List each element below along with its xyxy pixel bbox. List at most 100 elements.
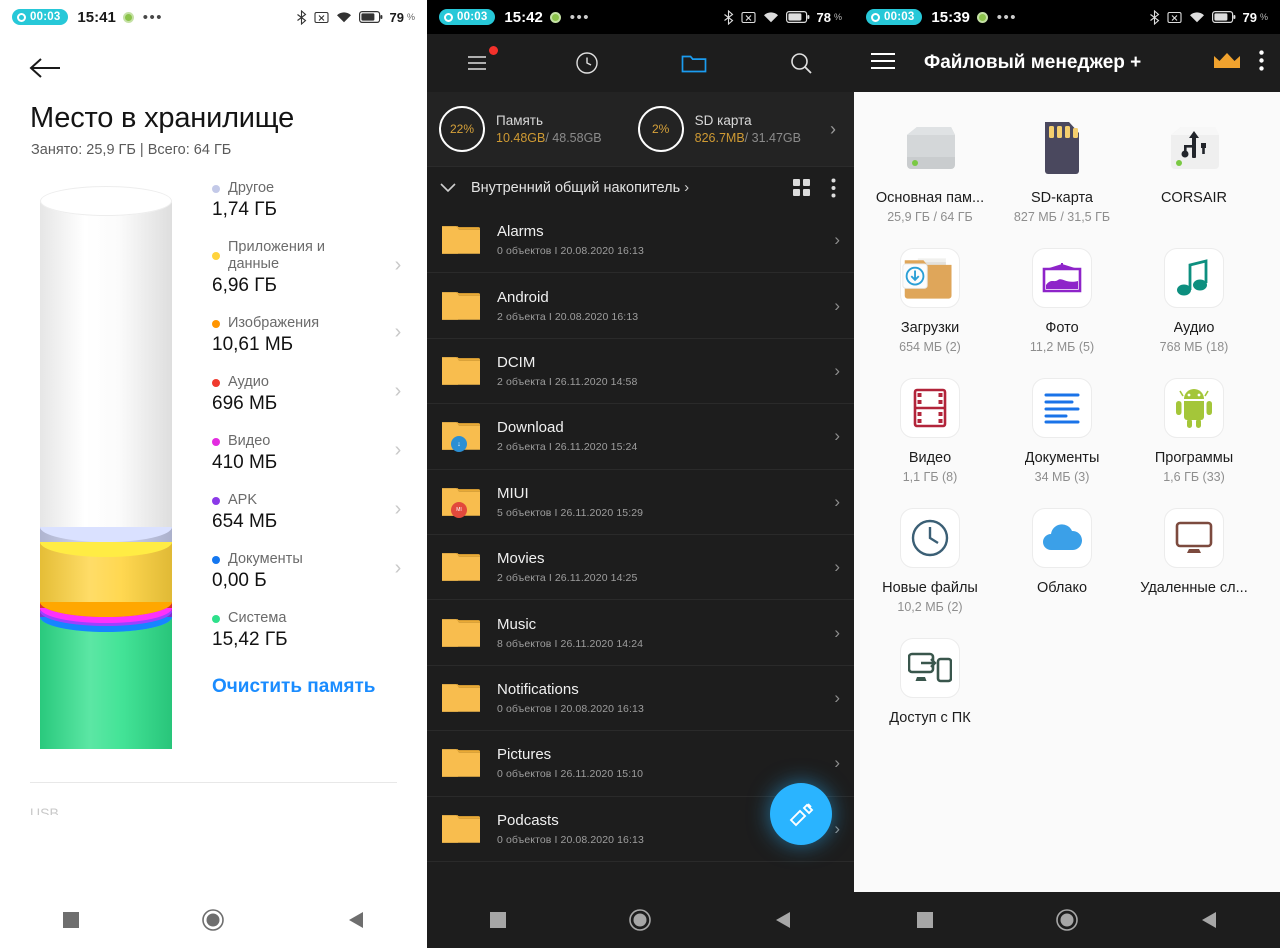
grid-item[interactable]: Фото 11,2 МБ (5) <box>996 236 1128 366</box>
legend-value: 15,42 ГБ <box>212 629 288 650</box>
legend-chevron-icon[interactable]: › <box>387 498 409 527</box>
recent-tab[interactable] <box>534 34 641 92</box>
back-button[interactable] <box>28 48 68 88</box>
legend-item[interactable]: APK 654 МБ › <box>212 492 409 551</box>
screen-recorder-pill[interactable]: 00:03 <box>866 9 923 25</box>
folder-icon <box>681 55 707 73</box>
file-name: DCIM <box>497 353 536 371</box>
file-name: Android <box>497 288 549 306</box>
legend-label: Система <box>228 610 287 626</box>
legend-item[interactable]: Аудио 696 МБ › <box>212 374 409 433</box>
file-row[interactable]: Alarms 0 объектов I 20.08.2020 16:13 › <box>427 208 854 274</box>
file-row[interactable]: MI MIUI 5 объектов I 26.11.2020 15:29 › <box>427 470 854 535</box>
legend-label: Изображения <box>228 315 320 331</box>
legend-color-dot-icon <box>212 252 220 260</box>
grid-item[interactable]: Аудио 768 МБ (18) <box>1128 236 1260 366</box>
file-row[interactable]: ↓ Download 2 объекта I 26.11.2020 15:24 › <box>427 404 854 470</box>
storage-chevron-icon[interactable]: › <box>830 119 842 140</box>
premium-button[interactable] <box>1213 51 1241 76</box>
legend-chevron-icon[interactable]: › <box>387 439 409 468</box>
recents-button[interactable] <box>468 900 528 940</box>
grid-item[interactable]: SD-карта 827 МБ / 31,5 ГБ <box>996 106 1128 236</box>
row-chevron-icon[interactable]: › <box>834 557 840 577</box>
grid-item[interactable]: Основная пам... 25,9 ГБ / 64 ГБ <box>864 106 996 236</box>
app-overflow-button[interactable] <box>1259 50 1264 76</box>
record-timer: 00:03 <box>457 11 488 23</box>
file-row[interactable]: Android 2 объекта I 20.08.2020 16:13 › <box>427 273 854 339</box>
cylinder-free-space <box>40 201 172 528</box>
grid-item-label: SD-карта <box>1031 190 1093 206</box>
row-chevron-icon[interactable]: › <box>834 492 840 512</box>
legend-chevron-icon[interactable]: › <box>387 557 409 586</box>
grid-item[interactable]: Программы 1,6 ГБ (33) <box>1128 366 1260 496</box>
row-chevron-icon[interactable]: › <box>834 426 840 446</box>
legend-chevron-placeholder <box>387 198 409 204</box>
grid-item[interactable]: Документы 34 МБ (3) <box>996 366 1128 496</box>
row-chevron-icon[interactable]: › <box>834 296 840 316</box>
grid-item[interactable]: Загрузки 654 МБ (2) <box>864 236 996 366</box>
grid-item[interactable]: Облако <box>996 496 1128 626</box>
recents-button[interactable] <box>895 900 955 940</box>
clear-memory-link[interactable]: Очистить память <box>212 675 409 699</box>
search-button[interactable] <box>747 34 854 92</box>
grid-item[interactable]: Видео 1,1 ГБ (8) <box>864 366 996 496</box>
overflow-menu-icon[interactable] <box>831 178 836 198</box>
system-navigation-bar <box>854 892 1280 948</box>
row-chevron-icon[interactable]: › <box>834 623 840 643</box>
back-button-nav[interactable] <box>753 900 813 940</box>
photo-icon <box>1029 245 1095 311</box>
status-bar: 00:03 15:41 ••• 79 % <box>0 0 427 34</box>
back-icon <box>775 912 790 928</box>
storage-item[interactable]: 2% SD карта 826.7MB/ 31.47GB <box>637 106 801 152</box>
breadcrumb-chevron-icon: › <box>684 179 690 196</box>
legend-chevron-icon[interactable]: › <box>387 254 409 283</box>
file-row[interactable]: Music 8 объектов I 26.11.2020 14:24 › <box>427 600 854 666</box>
grid-item[interactable]: Удаленные сл... <box>1128 496 1260 626</box>
grid-item-label: Аудио <box>1173 320 1215 336</box>
folders-tab-active[interactable] <box>641 34 748 92</box>
legend-chevron-icon[interactable]: › <box>387 321 409 350</box>
storage-item[interactable]: 22% Память 10.48GB/ 48.58GB <box>439 106 602 152</box>
usb-row-partial[interactable]: USB <box>30 805 427 815</box>
battery-percent-sign: % <box>1259 12 1268 22</box>
home-button[interactable] <box>1037 900 1097 940</box>
home-button[interactable] <box>183 900 243 940</box>
audio-note-icon <box>1161 245 1227 311</box>
file-row[interactable]: Notifications 0 объектов I 20.08.2020 16:… <box>427 666 854 732</box>
grid-item[interactable]: Новые файлы 10,2 МБ (2) <box>864 496 996 626</box>
legend-chevron-icon[interactable]: › <box>387 380 409 409</box>
home-button[interactable] <box>610 900 670 940</box>
legend-item[interactable]: Документы 0,00 Б › <box>212 551 409 610</box>
back-button-nav[interactable] <box>1179 900 1239 940</box>
legend-item[interactable]: Изображения 10,61 МБ › <box>212 315 409 374</box>
storage-summary-bar[interactable]: 22% Память 10.48GB/ 48.58GB 2% SD карта 826.7… <box>427 92 854 166</box>
android-apps-icon <box>1161 375 1227 441</box>
screen-recorder-pill[interactable]: 00:03 <box>12 9 69 25</box>
menu-button[interactable] <box>427 34 534 92</box>
screen-recorder-pill[interactable]: 00:03 <box>439 9 496 25</box>
pc-access-icon <box>897 635 963 701</box>
file-row[interactable]: DCIM 2 объекта I 26.11.2020 14:58 › <box>427 339 854 405</box>
grid-view-icon[interactable] <box>792 178 811 197</box>
cleaner-fab-button[interactable] <box>770 783 832 845</box>
row-chevron-icon[interactable]: › <box>834 819 840 839</box>
row-chevron-icon[interactable]: › <box>834 230 840 250</box>
grid-item[interactable]: Доступ с ПК <box>864 626 996 738</box>
panel-mi-file-manager: 00:03 15:42 ••• 78 % 22% Память 10.48GB/… <box>427 0 854 948</box>
grid-item[interactable]: CORSAIR <box>1128 106 1260 236</box>
legend-item[interactable]: Приложения и данные 6,96 ГБ › <box>212 239 409 315</box>
chevron-down-icon[interactable] <box>439 182 457 194</box>
system-navigation-bar <box>427 892 854 948</box>
row-chevron-icon[interactable]: › <box>834 688 840 708</box>
page-title: Место в хранилище <box>30 102 295 134</box>
file-name: MIUI <box>497 484 529 502</box>
row-chevron-icon[interactable]: › <box>834 361 840 381</box>
recents-button[interactable] <box>41 900 101 940</box>
row-chevron-icon[interactable]: › <box>834 753 840 773</box>
breadcrumb[interactable]: Внутренний общий накопитель › <box>427 166 854 208</box>
page-subtitle: Занято: 25,9 ГБ | Всего: 64 ГБ <box>31 142 232 158</box>
back-button-nav[interactable] <box>326 900 386 940</box>
hamburger-button[interactable] <box>870 52 896 75</box>
legend-item[interactable]: Видео 410 МБ › <box>212 433 409 492</box>
file-row[interactable]: Movies 2 объекта I 26.11.2020 14:25 › <box>427 535 854 601</box>
